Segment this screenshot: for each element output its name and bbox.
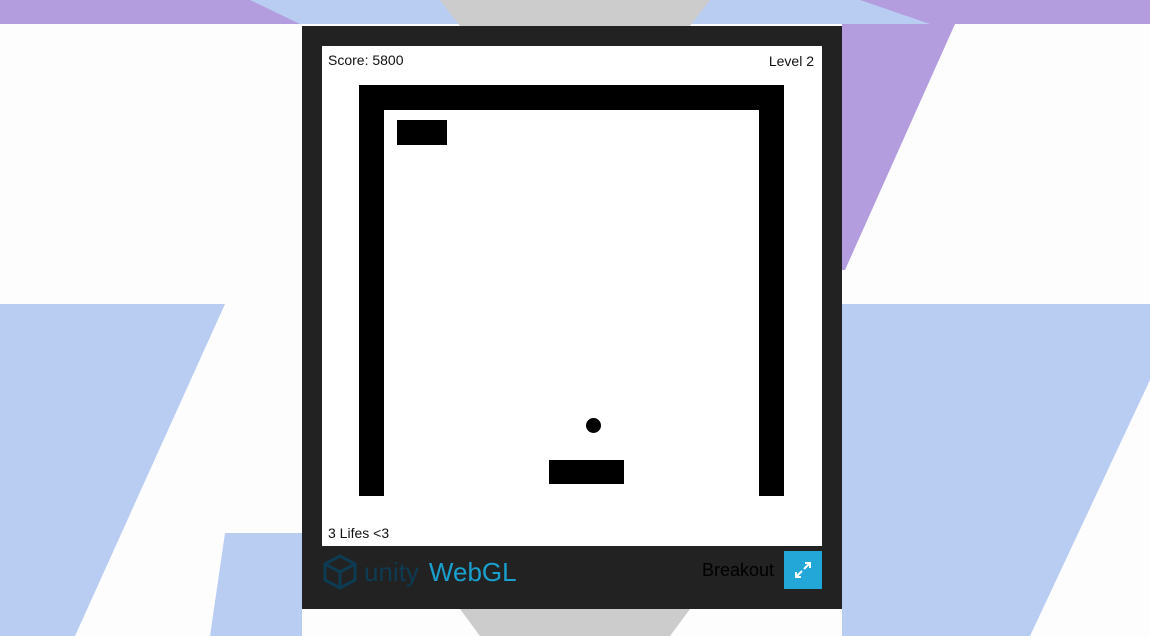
game-canvas[interactable]: Score: 5800 Level 2 3 Lifes <3 xyxy=(322,46,822,546)
score-label: Score: 5800 xyxy=(328,52,404,68)
level-label: Level 2 xyxy=(768,53,814,69)
lives-label: 3 Lifes <3 xyxy=(328,525,390,541)
brick xyxy=(397,120,447,145)
fullscreen-button[interactable] xyxy=(784,551,822,589)
top-wall xyxy=(359,85,784,110)
unity-footer: unity WebGL Breakout xyxy=(302,546,842,609)
unity-webgl-logo: unity WebGL xyxy=(322,552,517,592)
fullscreen-icon xyxy=(795,562,811,578)
logo-unity-text: unity xyxy=(364,556,419,587)
logo-webgl-text: WebGL xyxy=(428,556,517,587)
paddle[interactable] xyxy=(549,460,624,484)
unity-cube-icon xyxy=(323,554,357,590)
unity-container: Score: 5800 Level 2 3 Lifes <3 unity Web… xyxy=(302,26,842,609)
left-wall xyxy=(359,85,384,496)
ball xyxy=(586,418,601,433)
right-wall xyxy=(759,85,784,496)
game-title: Breakout xyxy=(701,560,774,580)
